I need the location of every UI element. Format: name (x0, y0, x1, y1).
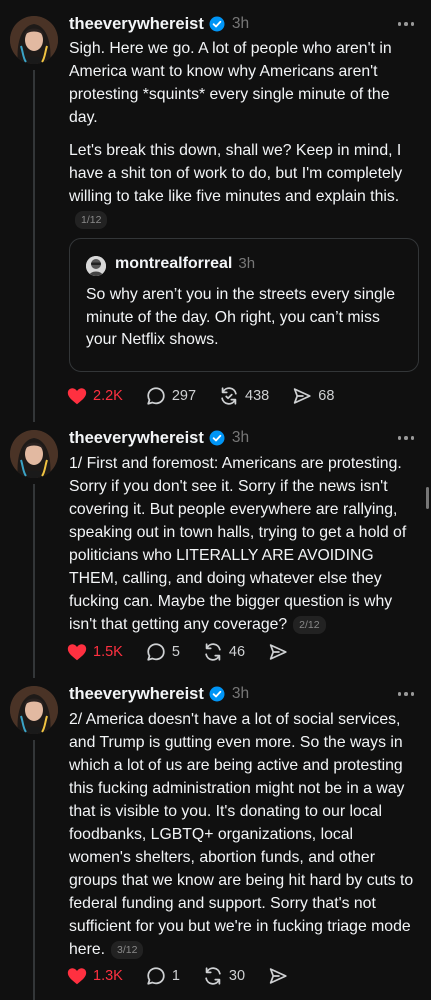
more-options-icon[interactable] (397, 17, 415, 31)
send-icon (269, 644, 287, 660)
thread-counter: 3/12 (111, 941, 144, 959)
post-time: 3h (231, 685, 250, 702)
repost-count: 30 (228, 968, 246, 984)
reply-button[interactable]: 297 (145, 385, 196, 407)
post-time: 3h (231, 15, 250, 32)
like-button[interactable]: 2.2K (66, 385, 123, 407)
post-time: 3h (231, 429, 250, 446)
verified-icon (209, 686, 225, 702)
verified-icon (209, 430, 225, 446)
avatar[interactable] (10, 430, 58, 478)
comment-icon (147, 643, 165, 661)
post-actions: 1.5K 5 46 (66, 639, 311, 665)
thread-post[interactable]: theeverywhereist 3h Sigh. Here we go. A … (0, 13, 431, 418)
post-paragraph: Sigh. Here we go. A lot of people who ar… (69, 40, 392, 126)
quote-time: 3h (238, 255, 256, 272)
share-button[interactable] (267, 641, 289, 663)
reply-button[interactable]: 1 (145, 965, 180, 987)
thread-counter: 1/12 (75, 211, 108, 229)
like-button[interactable]: 1.3K (66, 965, 123, 987)
quoted-post[interactable]: montrealforreal 3h So why aren’t you in t… (69, 238, 419, 372)
post-paragraph: 1/ First and foremost: Americans are pro… (69, 455, 407, 634)
share-button[interactable]: 68 (291, 385, 334, 407)
username[interactable]: theeverywhereist (69, 685, 204, 704)
reply-button[interactable]: 5 (145, 641, 180, 663)
post-text: 1/ First and foremost: Americans are pro… (69, 452, 417, 646)
repost-button[interactable]: 46 (202, 641, 245, 663)
more-options-icon[interactable] (397, 431, 415, 445)
like-count: 1.5K (93, 644, 123, 660)
repost-button[interactable]: 438 (218, 385, 269, 407)
thread-post[interactable]: theeverywhereist 3h 1/ First and foremos… (0, 427, 431, 672)
heart-filled-icon (67, 644, 87, 661)
repost-count: 438 (245, 388, 270, 404)
quote-text: So why aren’t you in the streets every s… (86, 286, 396, 348)
username[interactable]: theeverywhereist (69, 429, 204, 448)
send-icon (294, 388, 311, 404)
repost-icon (205, 643, 221, 661)
reply-count: 297 (171, 388, 197, 404)
post-paragraph: 2/ America doesn't have a lot of social … (69, 711, 414, 959)
avatar[interactable] (10, 686, 58, 734)
like-count: 2.2K (93, 388, 123, 404)
post-actions: 1.3K 1 30 (66, 963, 311, 989)
share-button[interactable] (267, 965, 289, 987)
comment-icon (147, 387, 165, 405)
heart-filled-icon (67, 968, 87, 985)
share-count: 68 (318, 388, 335, 404)
post-paragraph: Let's break this down, shall we? Keep in… (69, 139, 417, 231)
more-options-icon[interactable] (397, 687, 415, 701)
thread-counter: 2/12 (293, 616, 326, 634)
comment-icon (147, 967, 165, 985)
post-text: Sigh. Here we go. A lot of people who ar… (69, 37, 417, 241)
like-count: 1.3K (93, 968, 123, 984)
repost-count: 46 (228, 644, 246, 660)
verified-icon (209, 16, 225, 32)
scrollbar[interactable] (426, 487, 429, 509)
reply-count: 5 (171, 644, 180, 660)
post-text: 2/ America doesn't have a lot of social … (69, 708, 417, 971)
username[interactable]: theeverywhereist (69, 15, 204, 34)
avatar[interactable] (10, 16, 58, 64)
send-icon (269, 968, 287, 984)
like-button[interactable]: 1.5K (66, 641, 123, 663)
thread-post[interactable]: theeverywhereist 3h 2/ America doesn't h… (0, 683, 431, 1000)
repost-icon (221, 387, 237, 405)
reply-count: 1 (171, 968, 180, 984)
quote-username[interactable]: montrealforreal (115, 255, 232, 272)
quote-avatar[interactable] (86, 256, 106, 276)
repost-button[interactable]: 30 (202, 965, 245, 987)
post-actions: 2.2K 297 438 68 (66, 383, 356, 409)
heart-filled-icon (67, 388, 87, 405)
repost-icon (205, 967, 221, 985)
